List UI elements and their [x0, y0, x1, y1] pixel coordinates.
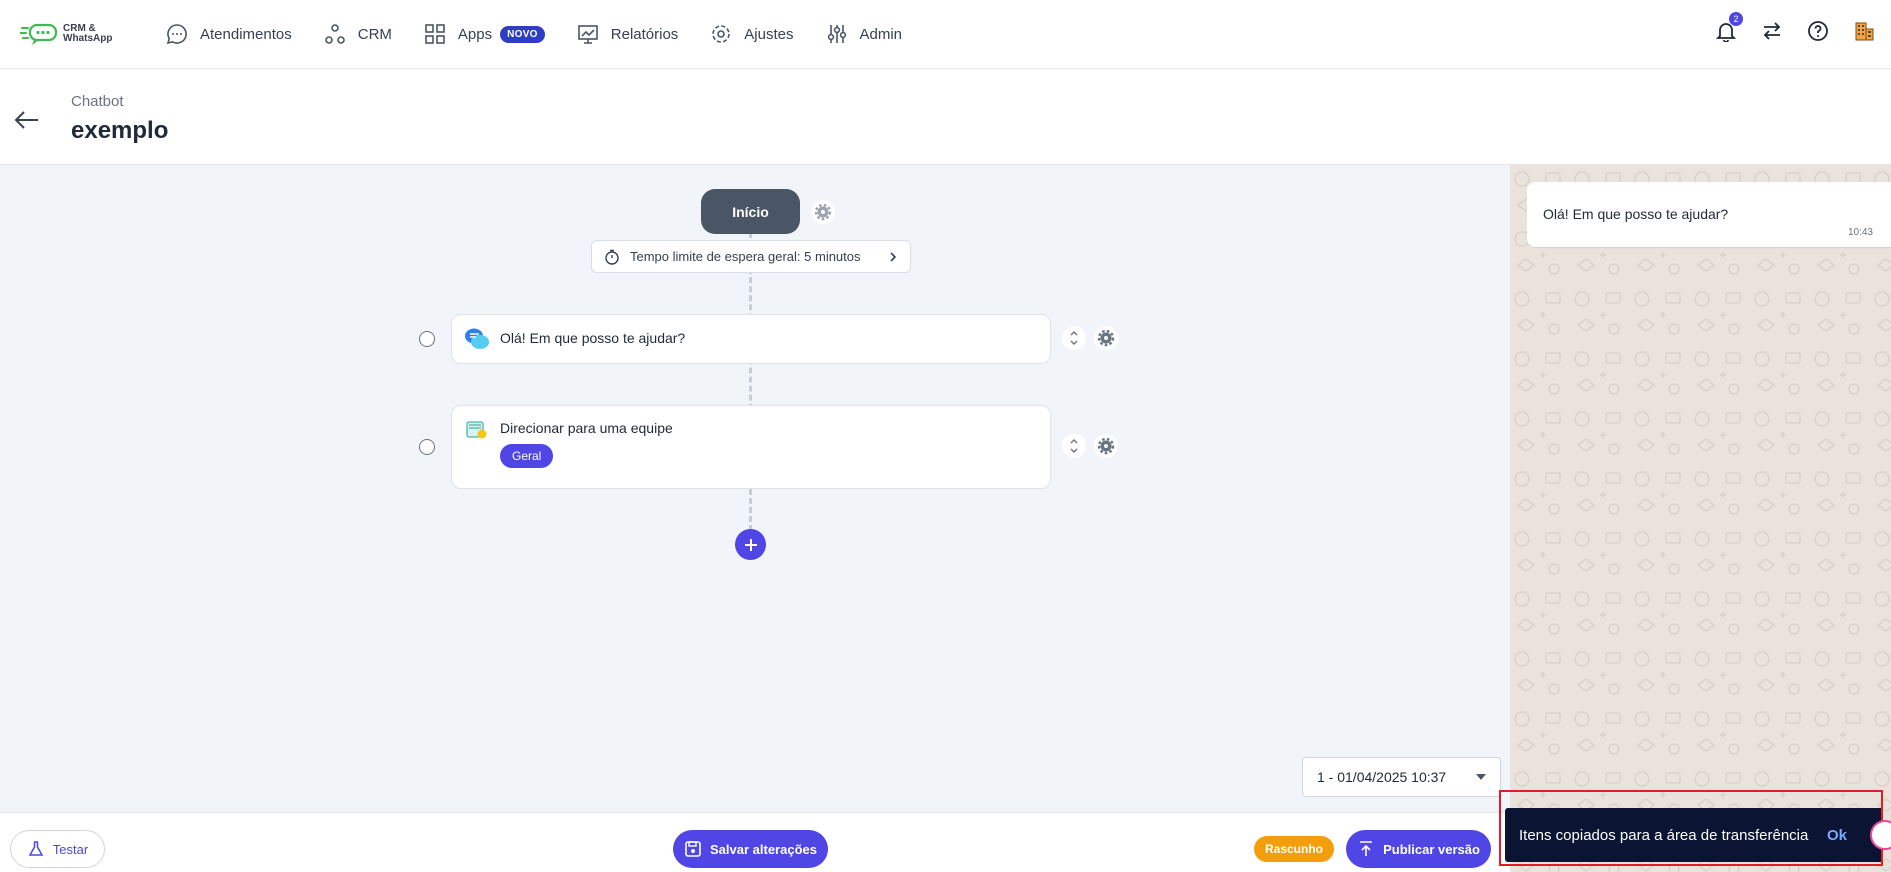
chat-bubble-icon	[166, 24, 187, 45]
up-down-arrows-icon	[1070, 439, 1078, 453]
start-settings-button[interactable]	[811, 200, 835, 224]
sliders-icon	[827, 25, 846, 43]
building-icon	[1855, 22, 1874, 41]
main-nav: Atendimentos CRM Apps NOVO Relatórios Aj…	[166, 18, 934, 50]
chat-preview-panel: Olá! Em que posso te ajudar? 10:43	[1510, 165, 1891, 872]
apps-grid-icon	[425, 24, 445, 44]
flask-icon	[28, 841, 44, 856]
nav-item-admin[interactable]: Admin	[826, 23, 903, 45]
step-card-team[interactable]: Direcionar para uma equipe Geral	[451, 405, 1051, 489]
status-badge: Rascunho	[1254, 836, 1334, 862]
crm-nodes-icon	[324, 24, 345, 44]
chat-wallpaper-pattern	[1510, 165, 1891, 872]
stopwatch-icon	[605, 249, 619, 265]
step-card-message[interactable]: Olá! Em que posso te ajudar?	[451, 314, 1051, 364]
logo-icon	[20, 23, 58, 45]
timeout-settings[interactable]: Tempo limite de espera geral: 5 minutos	[591, 240, 911, 273]
step-title: Direcionar para uma equipe	[500, 420, 673, 436]
team-folder-icon	[466, 421, 487, 439]
publish-label: Publicar versão	[1383, 841, 1480, 857]
nav-item-ajustes[interactable]: Ajustes	[710, 23, 794, 45]
gear-icon	[712, 25, 731, 43]
nav-label: Admin	[859, 25, 903, 43]
arrow-left-icon	[14, 111, 38, 129]
nav-label: Apps	[457, 25, 493, 43]
message-bubbles-icon	[465, 328, 489, 349]
start-node[interactable]: Início	[701, 189, 800, 234]
back-button[interactable]	[14, 109, 40, 136]
test-label: Testar	[52, 841, 89, 857]
save-icon	[685, 841, 701, 857]
nav-item-crm[interactable]: CRM	[324, 23, 392, 45]
version-selected: 1 - 01/04/2025 10:37	[1317, 769, 1447, 785]
page-title: exemplo	[71, 117, 169, 144]
caret-down-icon	[1476, 774, 1486, 780]
publish-version-button[interactable]: Publicar versão	[1346, 830, 1491, 868]
nav-item-apps[interactable]: Apps NOVO	[424, 23, 545, 45]
logo-text: CRM & WhatsApp	[63, 24, 112, 44]
switch-account-button[interactable]	[1759, 18, 1785, 44]
save-changes-button[interactable]: Salvar alterações	[673, 830, 828, 868]
step-settings-button[interactable]	[1094, 326, 1118, 350]
gear-icon	[1097, 437, 1115, 455]
page-header: Chatbot exemplo	[0, 69, 1891, 165]
nav-item-relatorios[interactable]: Relatórios	[577, 23, 679, 45]
notification-count: 2	[1729, 12, 1743, 26]
help-button[interactable]	[1805, 18, 1831, 44]
swap-arrows-icon	[1763, 22, 1781, 40]
nav-label: Relatórios	[610, 25, 679, 43]
help-circle-icon	[1808, 21, 1828, 41]
top-navigation-bar: CRM & WhatsApp Atendimentos CRM Apps NOV…	[0, 0, 1891, 69]
chat-message-text: Olá! Em que posso te ajudar?	[1543, 206, 1729, 222]
top-right-actions: 2	[1693, 12, 1877, 44]
chat-message-time: 10:43	[1847, 227, 1873, 238]
step-select-radio[interactable]	[419, 439, 435, 455]
chat-message-bubble: Olá! Em que posso te ajudar? 10:43	[1527, 182, 1891, 247]
logo-line-2: WhatsApp	[63, 33, 113, 44]
reorder-button[interactable]	[1062, 434, 1086, 458]
new-badge: NOVO	[500, 25, 545, 43]
step-title: Olá! Em que posso te ajudar?	[500, 330, 686, 346]
chevron-right-icon	[890, 251, 897, 262]
gear-icon	[1097, 329, 1115, 347]
chart-icon	[577, 25, 598, 44]
flow-connector	[749, 489, 752, 531]
team-tag: Geral	[500, 444, 554, 468]
up-down-arrows-icon	[1070, 331, 1078, 345]
nav-item-atendimentos[interactable]: Atendimentos	[166, 23, 292, 45]
gear-icon	[814, 203, 832, 221]
breadcrumb[interactable]: Chatbot	[71, 93, 124, 110]
add-step-button[interactable]	[735, 529, 766, 560]
step-settings-button[interactable]	[1094, 434, 1118, 458]
notifications-button[interactable]: 2	[1713, 12, 1743, 44]
highlight-frame	[1499, 790, 1883, 866]
reorder-button[interactable]	[1062, 326, 1086, 350]
app-logo[interactable]: CRM & WhatsApp	[20, 22, 112, 46]
nav-label: Atendimentos	[200, 25, 292, 43]
test-button[interactable]: Testar	[10, 830, 105, 868]
save-label: Salvar alterações	[710, 841, 817, 857]
nav-label: Ajustes	[744, 25, 794, 43]
nav-label: CRM	[357, 25, 392, 43]
version-select[interactable]: 1 - 01/04/2025 10:37	[1302, 757, 1501, 797]
plus-icon	[744, 538, 757, 551]
bottom-action-bar: Testar Salvar alterações Rascunho Public…	[0, 812, 1510, 872]
company-button[interactable]	[1851, 18, 1877, 44]
upload-icon	[1360, 841, 1373, 856]
timeout-text: Tempo limite de espera geral: 5 minutos	[630, 249, 861, 264]
flow-canvas[interactable]: Início Tempo limite de espera geral: 5 m…	[0, 165, 1510, 812]
step-select-radio[interactable]	[419, 331, 435, 347]
